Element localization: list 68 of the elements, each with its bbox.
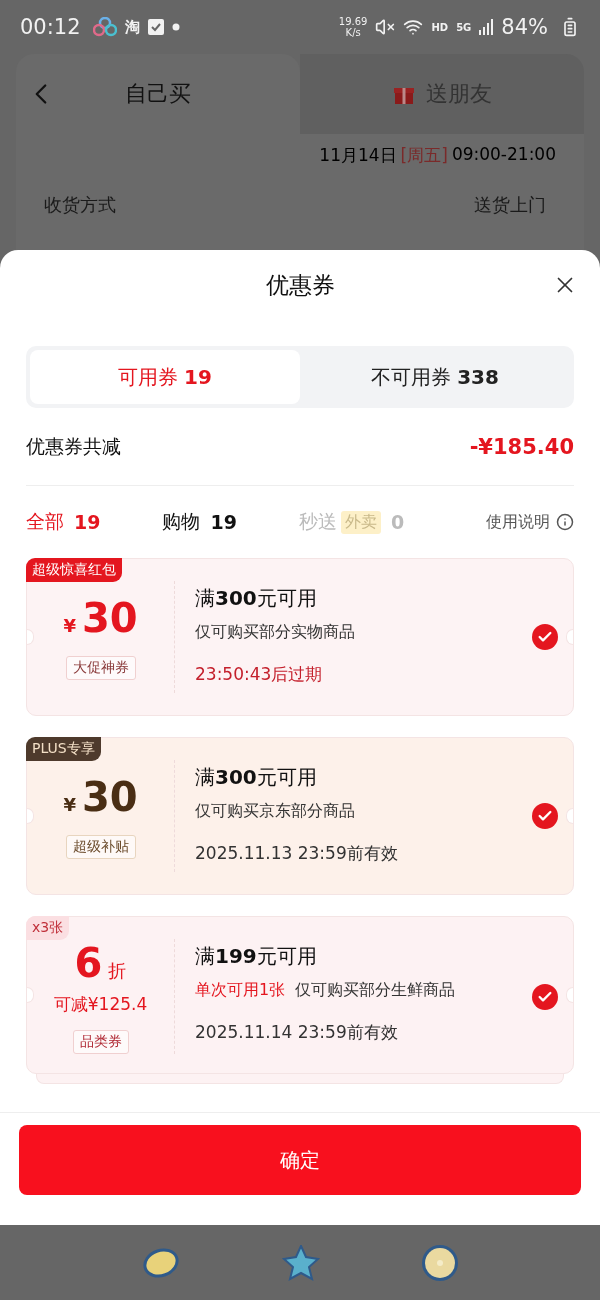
coupon-threshold: 满199元可用 (195, 943, 318, 970)
coupon-restriction: 仅可购买部分生鲜商品 (295, 980, 456, 1001)
select-checkbox[interactable] (532, 803, 558, 829)
category-tag: 外卖 (340, 510, 381, 534)
delivery-label: 收货方式 (44, 193, 116, 217)
star-icon[interactable] (282, 1244, 320, 1281)
select-checkbox[interactable] (532, 983, 558, 1010)
delivery-hours: 09:00-21:00 (451, 144, 556, 166)
filter-tab[interactable]: 购物 19 (162, 509, 237, 535)
discount-total-label: 优惠券共减 (26, 433, 121, 459)
delivery-value: 送货上门 (474, 193, 546, 217)
discount-total-value: -¥185.40 (469, 434, 574, 459)
usage-help-link[interactable]: 使用说明 (486, 511, 574, 533)
coupon-expiry: 2025.11.14 23:59前有效 (195, 1021, 399, 1044)
hd-label: HD (431, 21, 449, 33)
coupon-tab[interactable]: 可用券 19 (30, 350, 300, 404)
coupon-amount: 30 (81, 594, 138, 642)
dot-icon (171, 23, 180, 31)
mute-icon (375, 17, 396, 37)
info-icon (556, 513, 574, 531)
select-checkbox[interactable] (532, 624, 558, 650)
filter-tab[interactable]: 全部 19 (26, 509, 101, 535)
ticket-notch (27, 808, 34, 824)
coupon-restriction: 仅可购买京东部分商品 (195, 801, 355, 822)
ticket-notch (566, 808, 573, 824)
coupon-type-tag: 品类券 (72, 1030, 129, 1054)
coupon-type-tag: 大促神券 (65, 656, 136, 680)
discount-unit: 折 (108, 959, 127, 983)
ticket-notch (27, 987, 34, 1003)
coupon-amount: 6 (74, 939, 103, 987)
coupon-card[interactable]: PLUS专享 ¥30 超级补贴 满300元可用 仅可购买京东部分商品 2025.11.13 23:59前有效 (26, 737, 574, 895)
currency-sign: ¥ (63, 615, 76, 636)
clock: 00:12 (20, 15, 81, 39)
wifi-icon (403, 17, 424, 37)
coupon-expiry: 23:50:43后过期 (195, 663, 324, 686)
speed-unit: K/s (345, 27, 361, 38)
cloud-app-icon (92, 17, 117, 37)
delivery-date: 11月14日 (319, 144, 397, 167)
ticket-notch (566, 987, 573, 1003)
app-glyph: 淘 (124, 17, 140, 37)
checkbox-app-icon (147, 19, 164, 35)
currency-sign: ¥ (63, 794, 76, 815)
signal-icon (479, 19, 494, 35)
ticket-notch (27, 629, 34, 645)
coupon-threshold: 满300元可用 (195, 585, 318, 612)
sheet-title: 优惠券 (265, 270, 335, 300)
coupon-amount: 30 (81, 773, 138, 821)
coupon-badge: x3张 (26, 916, 70, 940)
ticket-notch (566, 629, 573, 645)
network-type: 5G (456, 21, 472, 33)
coupon-restriction: 仅可购买部分实物商品 (195, 622, 355, 643)
coupon-tab[interactable]: 不可用券 338 (300, 350, 570, 404)
battery-percent: 84% (501, 15, 548, 39)
coupon-card[interactable]: x3张 6 折 可减¥125.4 品类券 满199元可用 单次可用1张 仅可购买部分生鲜商品 2025.11.14 23:59前有效 (26, 916, 574, 1074)
coupon-badge: 超级惊喜红包 (26, 558, 122, 582)
coupon-type-tag: 超级补贴 (65, 835, 136, 859)
delivery-weekday: [周五] (400, 144, 448, 167)
coupon-card[interactable]: 超级惊喜红包 ¥30 大促神券 满300元可用 仅可购买部分实物商品 23:50:43后过期 (26, 558, 574, 716)
coupon-expiry: 2025.11.13 23:59前有效 (195, 842, 399, 865)
confirm-button[interactable]: 确定 (19, 1125, 581, 1195)
saving-amount: 可减¥125.4 (53, 993, 148, 1016)
usage-limit: 单次可用1张 (195, 980, 286, 1001)
coupon-threshold: 满300元可用 (195, 764, 318, 791)
lemon-icon[interactable] (140, 1245, 181, 1280)
network-speed: 19.69 (338, 16, 368, 27)
lemon-slice-icon[interactable] (421, 1243, 460, 1282)
tab-label: 自己买 (125, 80, 191, 108)
coupon-badge: PLUS专享 (26, 737, 101, 761)
